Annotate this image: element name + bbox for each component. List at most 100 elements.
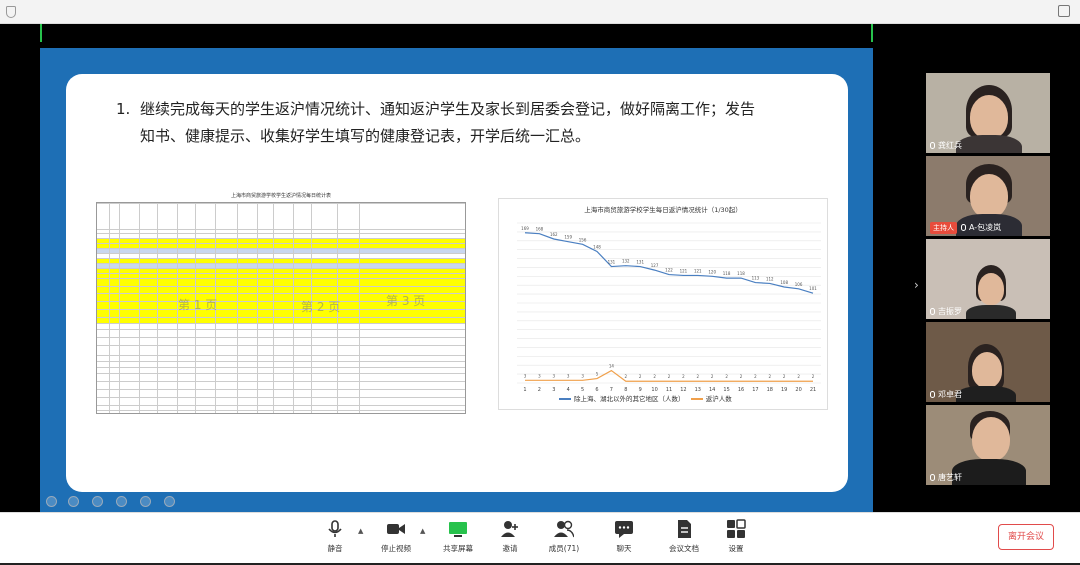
data-label: 2 [797, 374, 800, 379]
data-label: 3 [553, 373, 556, 378]
data-label: 2 [653, 374, 656, 379]
docs-label: 会议文档 [669, 544, 699, 553]
table-column-line [139, 203, 140, 413]
settings-button[interactable]: 设置 [706, 519, 766, 554]
prev-slide-icon[interactable] [46, 496, 57, 507]
table-row [97, 345, 465, 355]
share-border-left [40, 24, 42, 42]
microphone-icon [325, 519, 345, 539]
data-label: 118 [737, 271, 745, 276]
members-button[interactable]: 成员(71) [534, 519, 594, 554]
data-label: 156 [579, 237, 587, 242]
data-label: 5 [596, 372, 599, 377]
table-row [97, 397, 465, 405]
data-label: 2 [769, 374, 772, 379]
slide-controls [40, 496, 200, 512]
data-label: 2 [711, 374, 714, 379]
members-icon [554, 519, 575, 539]
avatar [970, 95, 1008, 139]
share-border-right [871, 24, 873, 42]
invite-label: 邀请 [502, 544, 518, 553]
docs-button[interactable]: 会议文档 [654, 519, 714, 554]
x-tick-label: 1 [523, 387, 526, 393]
participant-name: 邓卓君 [930, 389, 962, 400]
fullscreen-icon[interactable] [1058, 5, 1070, 17]
series-line-1 [524, 232, 814, 294]
stop-video-button[interactable]: 停止视频 [366, 519, 426, 554]
table-row [97, 373, 465, 381]
data-label: 2 [682, 374, 685, 379]
data-label: 2 [754, 374, 757, 379]
data-label: 159 [564, 235, 572, 240]
participant-tile[interactable]: 龚红兵 [926, 73, 1050, 153]
host-badge: 主持人 [930, 222, 957, 234]
data-label: 106 [795, 282, 803, 287]
table-column-line [273, 203, 274, 413]
mic-icon [930, 474, 935, 481]
data-label: 121 [694, 268, 702, 273]
table-column-line [257, 203, 258, 413]
avatar [978, 273, 1004, 305]
stop-video-label: 停止视频 [381, 544, 411, 553]
watermark-page3: 第 3 页 [386, 294, 426, 308]
line-chart: 上海市商贸旅游学校学生每日返沪情况统计（1/30起） 1 2 3 4 5 6 7 8 9 10 11… [498, 198, 828, 410]
chat-icon [614, 519, 634, 539]
data-label: 2 [740, 374, 743, 379]
chart-svg: 1 2 3 4 5 6 7 8 9 10 11 12 13 14 15 16 17 18 19 20 21169 1681… [517, 222, 821, 393]
legend-swatch-2 [690, 398, 703, 400]
participant-name: 唐艺轩 [930, 472, 962, 483]
chat-button[interactable]: 聊天 [594, 519, 654, 554]
leave-meeting-button[interactable]: 离开会议 [998, 524, 1054, 550]
document-icon [674, 519, 694, 539]
slide-headline: 1. 继续完成每天的学生返沪情况统计、通知返沪学生及家长到居委会登记，做好隔离工作… [116, 96, 816, 150]
headline-number: 1. [116, 100, 131, 118]
data-label: 2 [812, 374, 815, 379]
caret-up-icon[interactable]: ▲ [420, 527, 425, 535]
meeting-toolbar: 静音 ▲ 停止视频 ▲ 共享屏幕 邀请 成员(71) 聊天 会议文档 设置 离开… [0, 512, 1080, 565]
table-row [97, 309, 465, 317]
participant-tile[interactable]: 吉振罗 [926, 239, 1050, 319]
settings-grid-icon [726, 519, 746, 539]
legend-label-2: 返沪人数 [705, 395, 732, 403]
table-title: 上海市商贸旅游学校学生返沪情况每日统计表 [230, 193, 331, 199]
caret-up-icon[interactable]: ▲ [358, 527, 363, 535]
table-column-line [157, 203, 158, 413]
mute-label: 静音 [327, 544, 343, 553]
avatar [972, 417, 1010, 461]
data-label: 3 [567, 373, 570, 378]
shield-icon [6, 6, 16, 18]
table-column-line [293, 203, 294, 413]
data-label: 127 [651, 263, 659, 268]
share-screen-icon [448, 519, 468, 539]
watermark-page1: 第 1 页 [178, 298, 218, 312]
zoom-icon[interactable] [140, 496, 151, 507]
share-screen-button[interactable]: 共享屏幕 [428, 519, 488, 554]
mute-button[interactable]: 静音 [305, 519, 365, 554]
data-label: 101 [809, 286, 817, 291]
table-row [97, 381, 465, 389]
shared-slide: 1. 继续完成每天的学生返沪情况统计、通知返沪学生及家长到居委会登记，做好隔离工作… [40, 48, 873, 512]
mic-icon [930, 308, 935, 315]
participant-tile[interactable]: 邓卓君 [926, 322, 1050, 402]
data-label: 2 [639, 374, 642, 379]
data-label: 118 [723, 271, 731, 276]
data-label: 2 [668, 374, 671, 379]
participant-tile[interactable]: 唐艺轩 [926, 405, 1050, 485]
data-label: 131 [608, 260, 616, 265]
x-tick-label: 21 [810, 387, 816, 393]
table-row [97, 389, 465, 397]
participant-tile[interactable]: 主持人 A-包凌岚 [926, 156, 1050, 236]
data-label: 168 [536, 227, 544, 232]
legend-label-1: 除上海、湖北以外的其它地区（人数） [574, 395, 685, 403]
chevron-right-icon[interactable]: › [914, 278, 919, 292]
members-label: 成员(71) [548, 544, 580, 553]
pen-icon[interactable] [92, 496, 103, 507]
next-slide-icon[interactable] [68, 496, 79, 507]
data-label: 120 [708, 269, 716, 274]
data-label: 2 [625, 374, 628, 379]
more-icon[interactable] [164, 496, 175, 507]
table-row [97, 329, 465, 337]
x-tick-label: 17 [752, 387, 758, 393]
invite-button[interactable]: 邀请 [480, 519, 540, 554]
slides-grid-icon[interactable] [116, 496, 127, 507]
